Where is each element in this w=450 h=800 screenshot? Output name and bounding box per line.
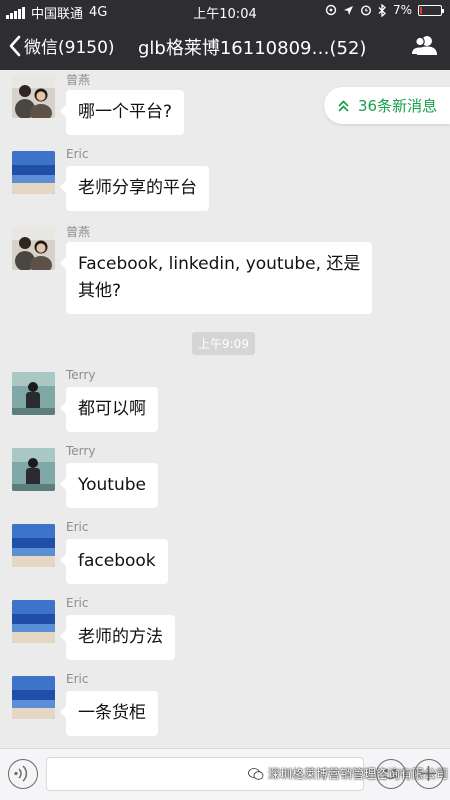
alarm-icon [360,5,371,16]
sender-name: Eric [66,596,89,610]
unread-label: 36条新消息 [358,97,438,115]
battery-percent: 7% [392,3,412,17]
avatar[interactable] [12,676,55,719]
message-bubble[interactable]: Facebook, linkedin, youtube, 还是 其他? [59,242,373,314]
avatar[interactable] [12,227,55,270]
avatar[interactable] [12,600,55,643]
voice-icon[interactable] [8,759,38,789]
avatar[interactable] [12,372,55,415]
message-bubble[interactable]: 老师分享的平台 [60,166,209,211]
unread-messages-banner[interactable]: 36条新消息 [324,87,450,124]
back-chevron-icon [9,35,21,56]
avatar[interactable] [12,75,55,118]
wechat-logo-icon [248,767,264,780]
location-icon [325,4,337,16]
emoji-icon[interactable] [376,759,406,789]
chat-title: glb格莱博16110809…(52) [138,38,367,59]
message-bubble[interactable]: 都可以啊 [60,387,158,432]
arrow-icon [343,5,353,15]
sender-name: Eric [66,672,89,686]
message-line: 其他? [78,281,122,301]
avatar[interactable] [12,524,55,567]
message-bubble[interactable]: 哪一个平台? [59,90,185,135]
input-bar: 深圳格莱博营销管理咨询有限公司 [0,748,450,800]
message-bubble[interactable]: facebook [60,539,168,584]
timestamp-divider: 上午9:09 [192,332,255,355]
chat-header: 微信(9150) glb格莱博16110809…(52) [0,22,450,70]
sender-name: Terry [66,444,96,458]
plus-icon[interactable] [414,759,444,789]
message-line: Facebook, linkedin, youtube, 还是 [78,254,361,274]
message-bubble[interactable]: 老师的方法 [60,615,175,660]
sender-name: Terry [66,368,96,382]
double-chevron-up-icon [338,99,349,112]
sender-name: 曾燕 [66,73,91,87]
message-bubble[interactable]: 一条货柜 [60,691,158,736]
sender-name: Eric [66,520,89,534]
avatar[interactable] [12,448,55,491]
sender-name: 曾燕 [66,225,91,239]
sender-name: Eric [66,147,89,161]
status-right: 7% [325,3,444,17]
message-bubble[interactable]: Youtube [60,463,158,508]
back-label: 微信(9150) [24,38,115,58]
battery-icon [418,4,444,16]
bluetooth-icon [378,3,386,17]
group-members-icon[interactable] [412,34,438,56]
back-button[interactable]: 微信(9150) [8,33,115,58]
status-bar: 中国联通 4G 上午10:04 7% [0,0,450,22]
avatar[interactable] [12,151,55,194]
